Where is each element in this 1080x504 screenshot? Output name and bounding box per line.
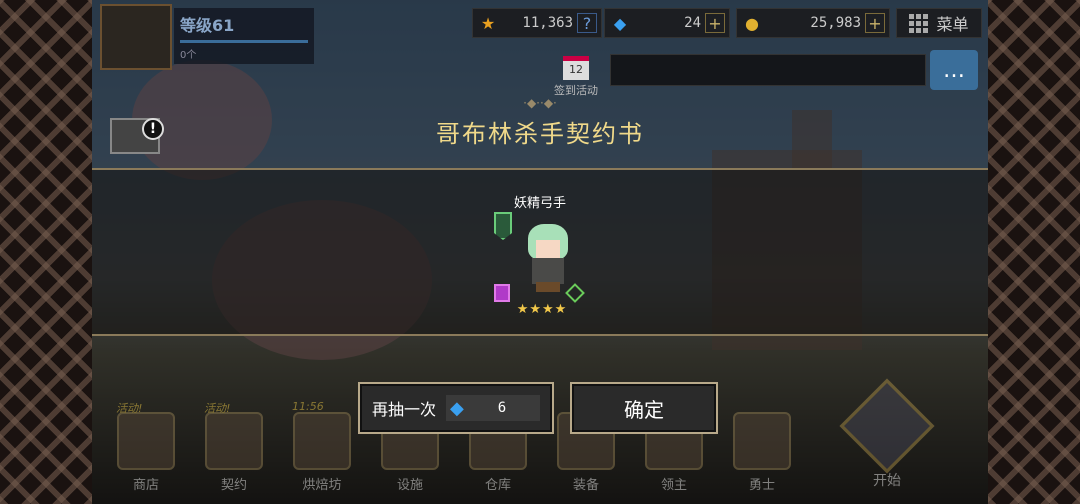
start-button[interactable]: 开始 bbox=[832, 378, 942, 500]
draw-again-button[interactable]: 再抽一次 ◆ 6 bbox=[358, 382, 554, 434]
nav-shop[interactable]: 活动! 商店 bbox=[110, 402, 182, 500]
help-icon[interactable]: ? bbox=[577, 13, 597, 33]
left-lattice-border bbox=[0, 0, 92, 504]
menu-label: 菜单 bbox=[936, 15, 969, 34]
draw-again-label: 再抽一次 bbox=[372, 400, 437, 419]
hero-name: 妖精弓手 bbox=[513, 196, 566, 211]
signin-event-button[interactable]: 12 签到活动 bbox=[548, 56, 604, 98]
dialog-title: 哥布林杀手契约书 bbox=[436, 120, 644, 148]
nav-bakery[interactable]: 11:56 烘焙坊 bbox=[286, 400, 358, 500]
add-gold-button[interactable]: + bbox=[865, 13, 885, 33]
level-sublabel: 0个 bbox=[180, 50, 197, 61]
class-icon bbox=[494, 284, 510, 302]
add-gems-button[interactable]: + bbox=[705, 13, 725, 33]
player-avatar[interactable] bbox=[100, 4, 172, 70]
gems-resource[interactable]: ◆ 24 + bbox=[604, 8, 730, 38]
gem-icon: ◆ bbox=[613, 13, 627, 33]
star-icon: ★ bbox=[480, 13, 496, 33]
menu-button[interactable]: 菜单 bbox=[896, 8, 982, 38]
gold-value: 25,983 bbox=[810, 15, 861, 31]
chat-bar[interactable] bbox=[610, 54, 926, 86]
draw-cost-value: 6 bbox=[497, 400, 507, 416]
title-ornament: ·◆··◆· bbox=[523, 96, 557, 110]
gold-coin-icon: ● bbox=[745, 13, 759, 33]
gold-resource[interactable]: ● 25,983 + bbox=[736, 8, 890, 38]
level-panel[interactable]: 等级61 0个 bbox=[174, 8, 314, 64]
gems-value: 24 bbox=[684, 15, 701, 31]
start-emblem-icon bbox=[839, 378, 935, 474]
grid-icon bbox=[909, 13, 929, 33]
gem-icon: ◆ bbox=[450, 397, 464, 419]
right-lattice-border bbox=[988, 0, 1080, 504]
calendar-icon: 12 bbox=[563, 56, 589, 80]
stars-resource[interactable]: ★ 11,363 ? bbox=[472, 8, 602, 38]
nav-warrior[interactable]: 勇士 bbox=[726, 404, 798, 500]
level-label: 等级61 bbox=[180, 16, 235, 35]
nav-contract[interactable]: 活动! 契约 bbox=[198, 402, 270, 500]
draw-cost: ◆ 6 bbox=[446, 395, 541, 421]
stars-value: 11,363 bbox=[522, 15, 573, 31]
exp-bar bbox=[180, 40, 308, 43]
chat-icon[interactable]: … bbox=[930, 50, 978, 90]
confirm-button[interactable]: 确定 bbox=[570, 382, 718, 434]
hero-sprite[interactable] bbox=[516, 218, 580, 294]
hero-stars: ★★★★ bbox=[516, 302, 568, 317]
